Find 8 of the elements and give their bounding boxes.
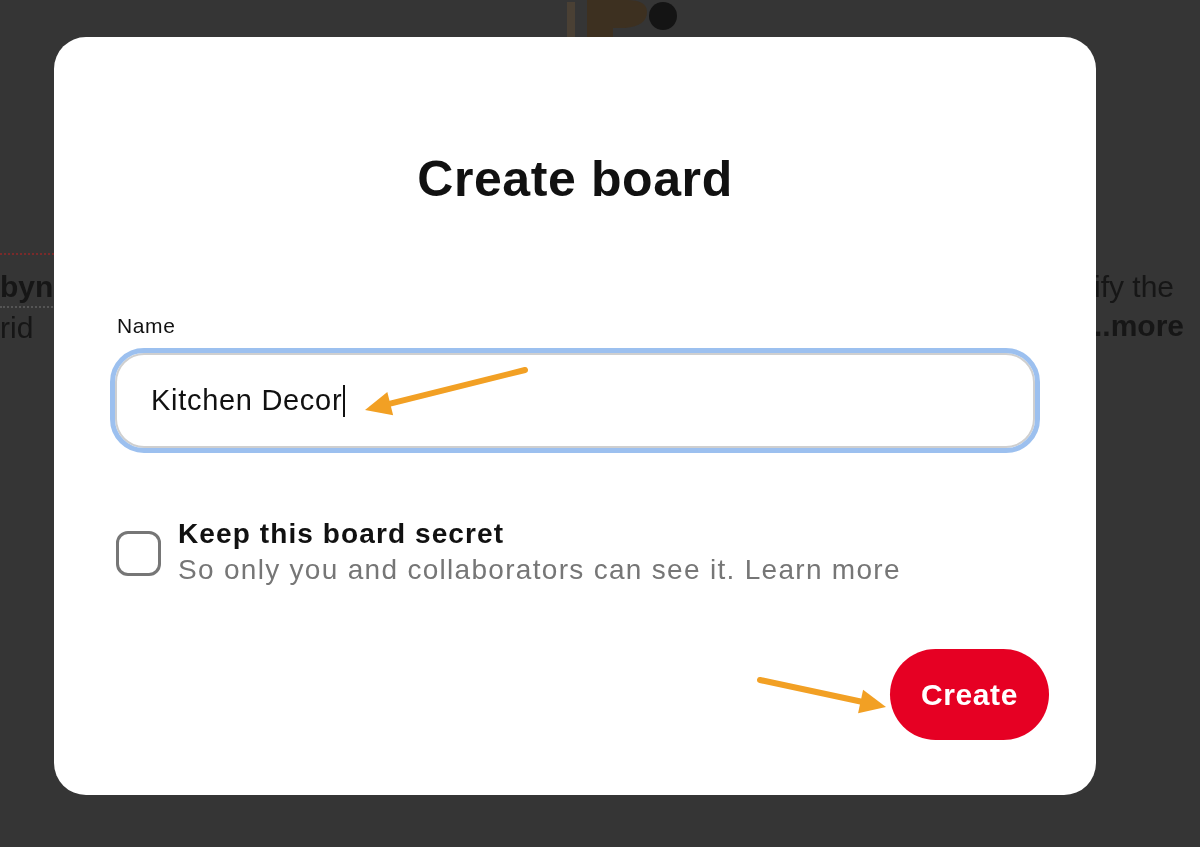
option-title: Keep this board secret: [178, 517, 506, 551]
option-description: So only you and collaborators can see it. Learn more: [178, 553, 901, 587]
name-input[interactable]: Kitchen Decor: [110, 348, 1040, 453]
field-label: Name: [117, 314, 176, 338]
dialog-title: Create board: [416, 150, 734, 208]
text-cursor-icon: [343, 384, 346, 417]
secret-checkbox[interactable]: [116, 530, 161, 576]
create-button[interactable]: Create: [890, 649, 1049, 740]
